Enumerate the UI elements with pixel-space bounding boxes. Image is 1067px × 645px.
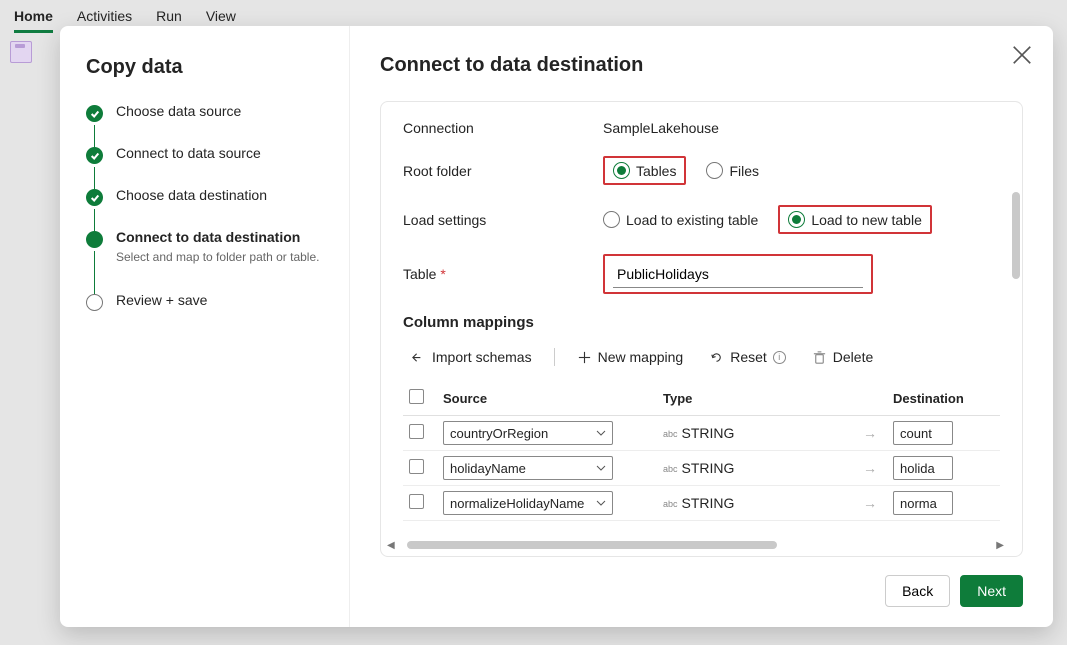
column-mappings-header: Column mappings	[403, 314, 1000, 331]
radio-dot-icon	[603, 211, 620, 228]
type-icon: abc	[663, 499, 678, 509]
mappings-table: Source Type Destination countryOrRegion …	[403, 381, 1000, 521]
step-review-save[interactable]: Review + save	[86, 292, 323, 334]
chevron-down-icon	[596, 463, 606, 473]
source-dropdown[interactable]: normalizeHolidayName	[443, 491, 613, 515]
source-dropdown[interactable]: holidayName	[443, 456, 613, 480]
save-icon[interactable]	[10, 41, 32, 63]
root-folder-label: Root folder	[403, 163, 603, 179]
arrow-right-icon: →	[857, 486, 887, 521]
import-icon	[411, 350, 426, 365]
radio-files[interactable]: Files	[706, 162, 759, 179]
horizontal-scrollbar[interactable]: ◀▶	[385, 540, 1006, 550]
load-settings-label: Load settings	[403, 212, 603, 228]
content-card: Connection SampleLakehouse Root folder T…	[380, 101, 1023, 557]
new-mapping-button[interactable]: New mapping	[569, 345, 692, 369]
wizard-title: Copy data	[86, 56, 323, 79]
chevron-down-icon	[596, 498, 606, 508]
table-row: countryOrRegion abcSTRING → count	[403, 416, 1000, 451]
type-icon: abc	[663, 429, 678, 439]
col-destination: Destination	[887, 381, 1000, 416]
step-connect-data-source[interactable]: Connect to data source	[86, 145, 323, 187]
destination-dropdown[interactable]: norma	[893, 491, 953, 515]
step-connect-data-destination[interactable]: Connect to data destination Select and m…	[86, 229, 323, 292]
pending-step-icon	[86, 294, 103, 311]
current-step-icon	[86, 231, 103, 248]
connection-value: SampleLakehouse	[603, 120, 719, 136]
col-type: Type	[657, 381, 857, 416]
back-button[interactable]: Back	[885, 575, 950, 607]
chevron-down-icon	[596, 428, 606, 438]
step-choose-data-destination[interactable]: Choose data destination	[86, 187, 323, 229]
step-choose-data-source[interactable]: Choose data source	[86, 103, 323, 145]
destination-dropdown[interactable]: holida	[893, 456, 953, 480]
row-checkbox[interactable]	[409, 424, 424, 439]
wizard-content: Connect to data destination Connection S…	[350, 26, 1053, 627]
table-row: normalizeHolidayName abcSTRING → norma	[403, 486, 1000, 521]
delete-icon	[812, 350, 827, 365]
next-button[interactable]: Next	[960, 575, 1023, 607]
row-checkbox[interactable]	[409, 459, 424, 474]
copy-data-dialog: Copy data Choose data source Connect to …	[60, 26, 1053, 627]
type-icon: abc	[663, 464, 678, 474]
radio-dot-icon	[706, 162, 723, 179]
import-schemas-button[interactable]: Import schemas	[403, 345, 540, 369]
vertical-scrollbar[interactable]	[1012, 192, 1020, 528]
radio-load-new[interactable]: Load to new table	[788, 211, 922, 228]
source-dropdown[interactable]: countryOrRegion	[443, 421, 613, 445]
highlight-table-input	[603, 254, 873, 294]
reset-icon	[709, 350, 724, 365]
radio-dot-icon	[788, 211, 805, 228]
radio-tables[interactable]: Tables	[613, 162, 676, 179]
wizard-nav: Copy data Choose data source Connect to …	[60, 26, 350, 627]
destination-dropdown[interactable]: count	[893, 421, 953, 445]
reset-button[interactable]: Reset i	[701, 345, 794, 369]
row-checkbox[interactable]	[409, 494, 424, 509]
select-all-checkbox[interactable]	[409, 389, 424, 404]
check-icon	[86, 105, 103, 122]
col-source: Source	[437, 381, 657, 416]
check-icon	[86, 189, 103, 206]
arrow-right-icon: →	[857, 416, 887, 451]
table-input[interactable]	[613, 260, 863, 288]
table-row: holidayName abcSTRING → holida	[403, 451, 1000, 486]
connection-label: Connection	[403, 120, 603, 136]
tab-home[interactable]: Home	[14, 4, 53, 33]
arrow-right-icon: →	[857, 451, 887, 486]
radio-load-existing[interactable]: Load to existing table	[603, 211, 758, 228]
info-icon: i	[773, 351, 786, 364]
table-label: Table	[403, 266, 603, 282]
add-icon	[577, 350, 592, 365]
panel-title: Connect to data destination	[380, 54, 1023, 77]
check-icon	[86, 147, 103, 164]
radio-dot-icon	[613, 162, 630, 179]
close-icon[interactable]	[1011, 44, 1033, 66]
highlight-tables: Tables	[603, 156, 686, 185]
highlight-load-new: Load to new table	[778, 205, 932, 234]
delete-button[interactable]: Delete	[804, 345, 881, 369]
